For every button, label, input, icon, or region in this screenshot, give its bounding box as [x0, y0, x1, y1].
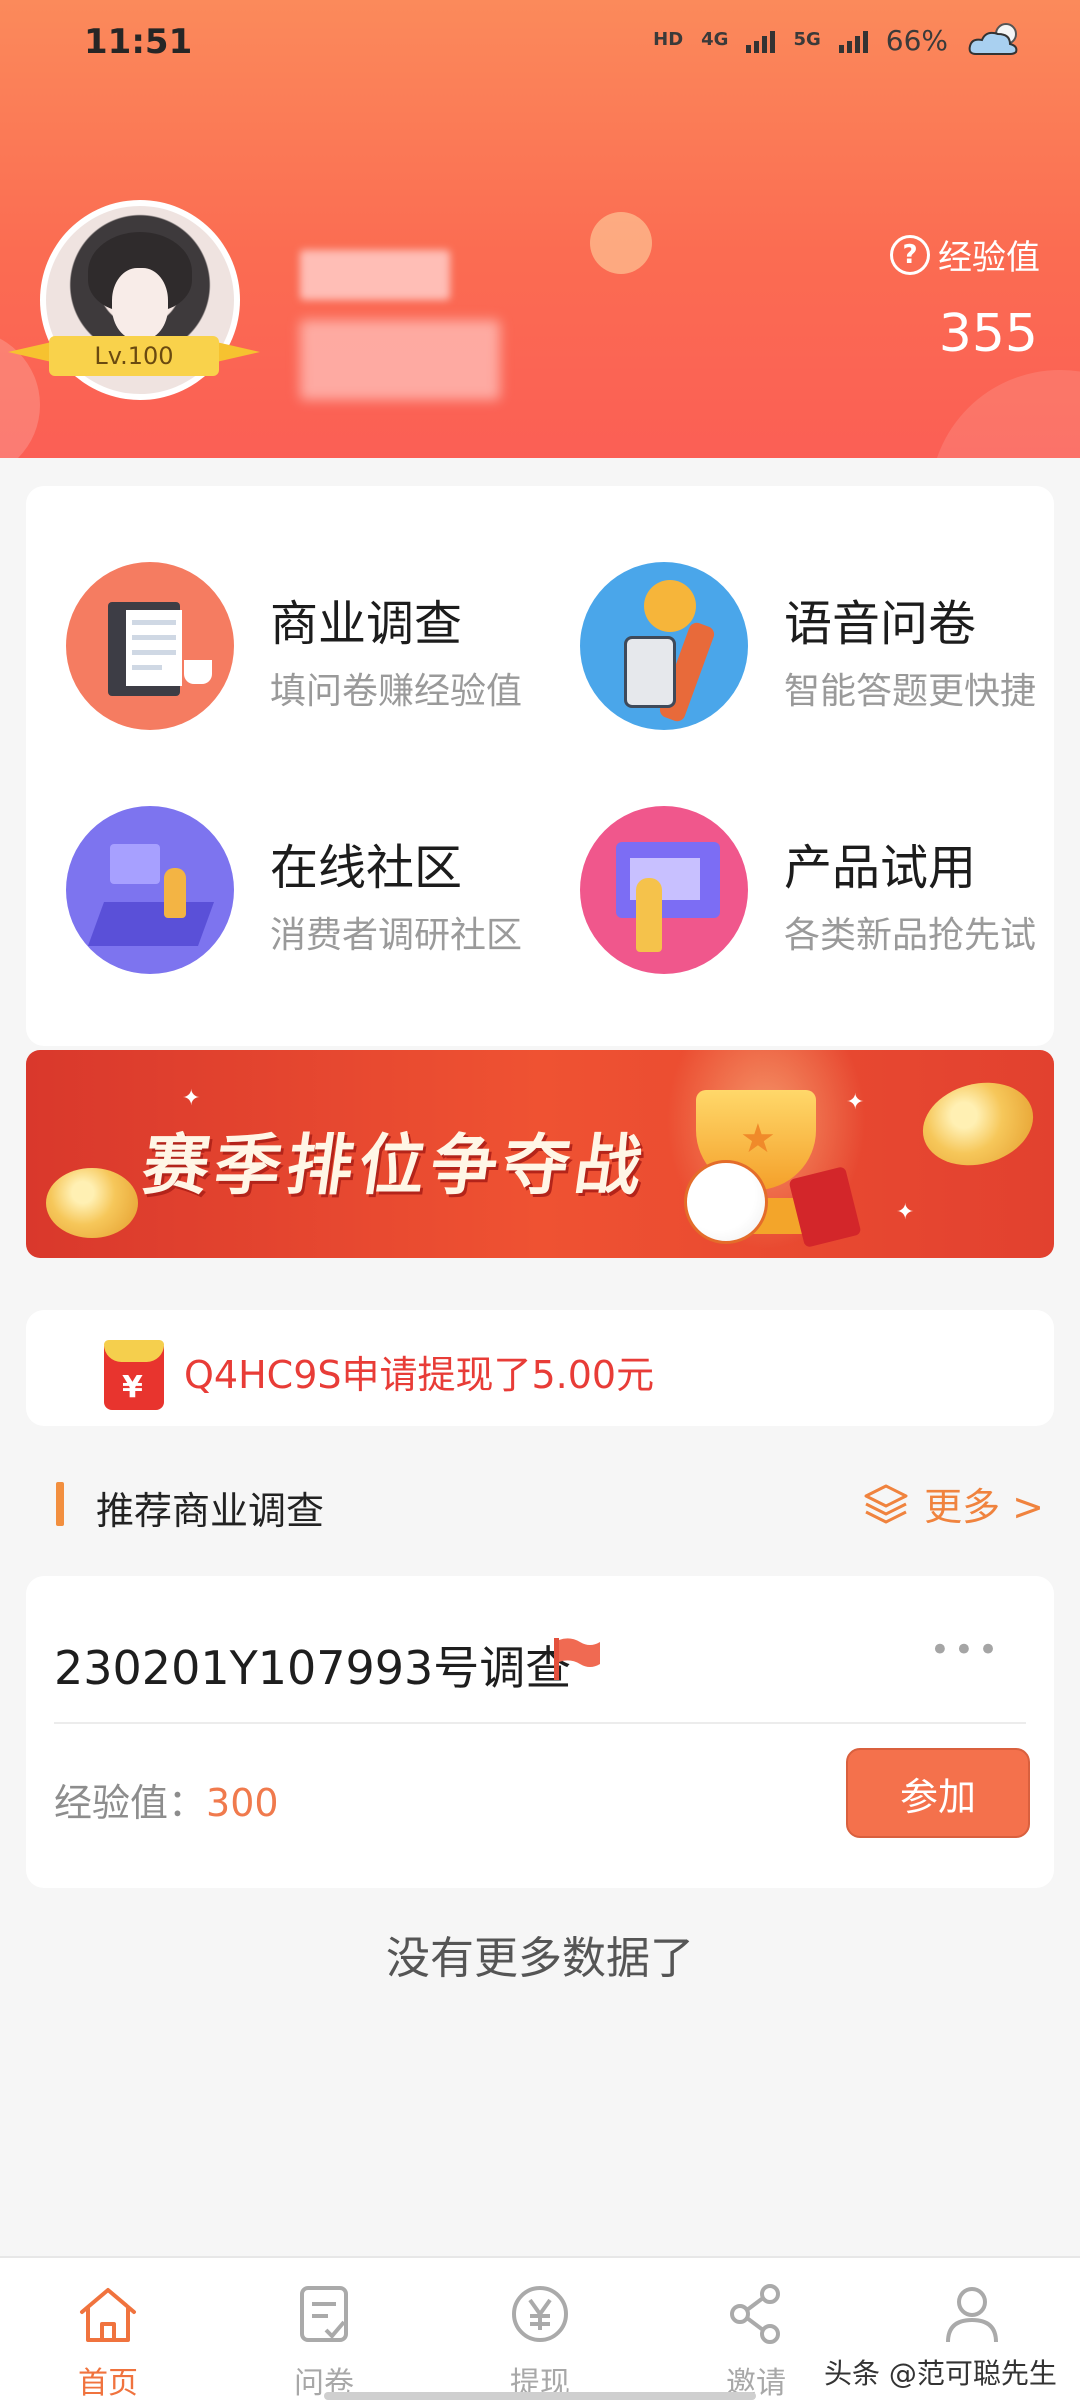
- category-title: 产品试用: [784, 840, 977, 896]
- divider: [54, 1722, 1026, 1724]
- more-options-icon[interactable]: •••: [930, 1630, 1002, 1670]
- survey-exp: 经验值：300: [54, 1772, 279, 1827]
- cloud-weather-icon: [968, 23, 1018, 55]
- exp-label: 经验值: [938, 238, 1040, 278]
- tab-home[interactable]: 首页: [0, 2258, 216, 2408]
- category-subtitle: 各类新品抢先试: [784, 915, 1037, 956]
- football-icon: [684, 1160, 768, 1244]
- sparkle-icon: ✦: [896, 1200, 915, 1225]
- decor-circle: [590, 212, 652, 274]
- home-indicator[interactable]: [324, 2392, 756, 2400]
- category-subtitle: 填问卷赚经验值: [270, 671, 523, 712]
- user-info-blurred: [300, 320, 500, 400]
- red-packet-icon: ¥: [90, 1330, 176, 1414]
- sparkle-icon: ✦: [846, 1090, 865, 1115]
- section-title: 推荐商业调查: [96, 1489, 325, 1533]
- season-ranking-banner[interactable]: 赛季排位争夺战 ★ ✦ ✦ ✦: [26, 1050, 1054, 1258]
- coin-icon: [913, 1070, 1043, 1178]
- level-text: Lv.100: [49, 336, 219, 376]
- category-business-survey[interactable]: 商业调查 填问卷赚经验值: [46, 562, 546, 732]
- online-community-icon: [66, 806, 234, 974]
- questionnaire-icon: [300, 2286, 348, 2342]
- category-title: 商业调查: [270, 596, 463, 652]
- signal-icon: [746, 27, 776, 53]
- category-title: 在线社区: [270, 840, 463, 896]
- profile-header: 11:51 HD 4G 5G 66% Lv.100 ? 经验值 355: [0, 0, 1080, 458]
- category-grid: 商业调查 填问卷赚经验值 语音问卷 智能答题更快捷 在线社区 消费者调研社区 产…: [26, 486, 1054, 1046]
- voice-questionnaire-icon: [580, 562, 748, 730]
- recommended-section-header: 推荐商业调查 更多 >: [0, 1470, 1080, 1533]
- survey-exp-label: 经验值：: [54, 1781, 207, 1825]
- category-product-trial[interactable]: 产品试用 各类新品抢先试: [560, 806, 1060, 976]
- withdraw-notice: ¥ Q4HC9S申请提现了5.00元: [26, 1310, 1054, 1426]
- business-survey-icon: [66, 562, 234, 730]
- exp-help[interactable]: ? 经验值: [890, 230, 1040, 279]
- section-accent-bar: [56, 1482, 64, 1526]
- survey-exp-value: 300: [206, 1781, 279, 1825]
- banner-title: 赛季排位争夺战: [137, 1127, 653, 1204]
- category-title: 语音问卷: [784, 596, 977, 652]
- product-trial-icon: [580, 806, 748, 974]
- username-blurred: [300, 250, 450, 300]
- flag-icon: [554, 1638, 600, 1680]
- survey-title: 230201Y107993号调查: [54, 1641, 572, 1695]
- share-icon: [730, 2284, 780, 2344]
- home-icon: [80, 2288, 136, 2342]
- survey-card[interactable]: 230201Y107993号调查 ••• 经验值：300 参加: [26, 1576, 1054, 1888]
- user-icon: [946, 2287, 998, 2343]
- star-icon: ★: [740, 1116, 776, 1162]
- status-icons: HD 4G 5G 66%: [653, 20, 1024, 60]
- coin-icon: [46, 1168, 138, 1238]
- tab-withdraw[interactable]: 提现: [432, 2258, 648, 2408]
- signal-icon: [838, 27, 868, 53]
- more-link-label: 更多 >: [924, 1485, 1044, 1529]
- exp-value: 355: [938, 304, 1038, 364]
- notice-text: Q4HC9S申请提现了5.00元: [184, 1353, 655, 1397]
- status-time: 11:51: [84, 22, 193, 62]
- yen-icon: [512, 2286, 568, 2342]
- status-bar: 11:51 HD 4G 5G 66%: [0, 0, 1080, 86]
- no-more-data-text: 没有更多数据了: [386, 1933, 694, 1984]
- category-subtitle: 智能答题更快捷: [784, 671, 1037, 712]
- network-type-5g: 5G: [793, 29, 821, 50]
- question-icon: ?: [890, 234, 930, 275]
- level-badge: Lv.100: [8, 326, 260, 386]
- decor-circle: [930, 370, 1080, 458]
- tab-questionnaire[interactable]: 问卷: [216, 2258, 432, 2408]
- more-link[interactable]: 更多 >: [862, 1476, 1044, 1531]
- sparkle-icon: ✦: [182, 1086, 201, 1111]
- tab-label: 首页: [78, 2366, 138, 2401]
- battery-percent: 66%: [885, 23, 948, 57]
- category-online-community[interactable]: 在线社区 消费者调研社区: [46, 806, 546, 976]
- layers-icon: [864, 1484, 908, 1523]
- network-type-4g: 4G: [701, 29, 729, 50]
- join-button[interactable]: 参加: [846, 1748, 1030, 1838]
- category-subtitle: 消费者调研社区: [270, 915, 523, 956]
- watermark: 头条 @范可聪先生: [824, 2357, 1057, 2390]
- category-voice-questionnaire[interactable]: 语音问卷 智能答题更快捷: [560, 562, 1060, 732]
- hd-voice-icon: HD: [653, 29, 684, 50]
